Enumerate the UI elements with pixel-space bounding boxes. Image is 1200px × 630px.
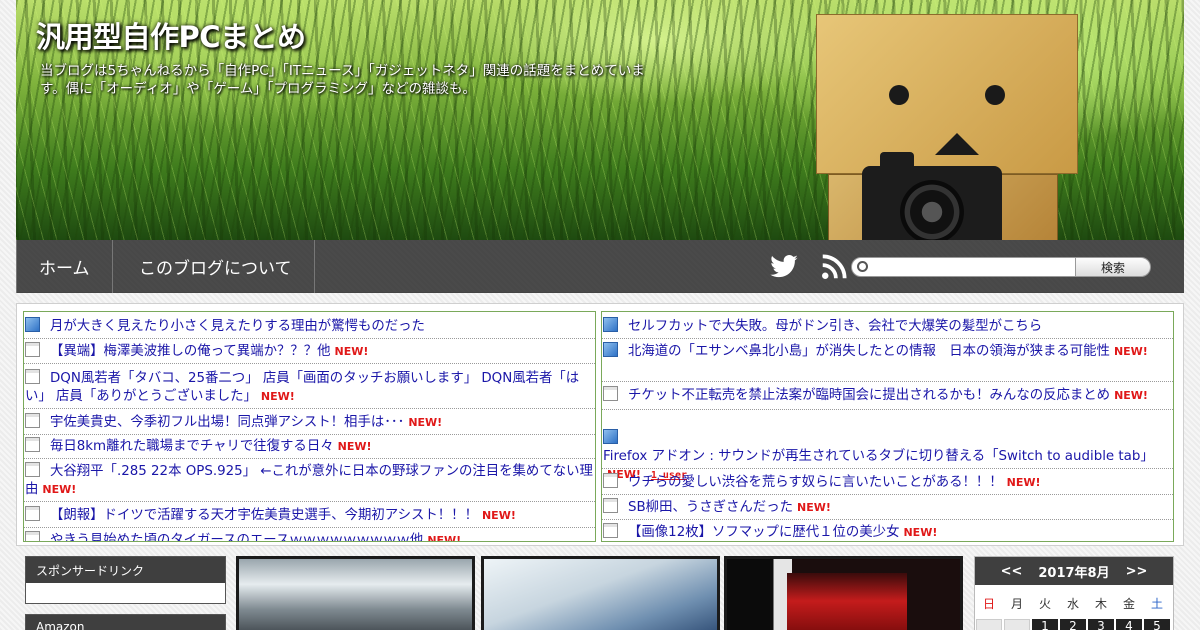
weekday-label: 土 [1150, 597, 1163, 611]
weekday-label: 水 [1066, 597, 1079, 611]
feed-icon [603, 342, 618, 357]
document-icon [25, 342, 40, 357]
feed-icon [603, 429, 618, 444]
danbo-mouth [935, 133, 979, 155]
document-icon [25, 413, 40, 428]
weekday-label: 月 [1010, 597, 1023, 611]
calendar-day[interactable]: 1 [1032, 619, 1058, 630]
list-item[interactable]: 北海道の「エサンベ鼻北小島」が消失したとの情報 日本の領海が狭まる可能性 NEW! [602, 342, 1173, 382]
list-item[interactable]: ウチらの愛しい渋谷を荒らす奴らに言いたいことがある！！！ NEW! [602, 473, 1173, 495]
rss-icon[interactable] [817, 252, 851, 282]
list-item[interactable]: Firefox アドオン : サウンドが再生されているタブに切り替える「Swit… [602, 429, 1173, 481]
calendar-next-button[interactable]: >> [1126, 564, 1148, 579]
calendar-widget: << 2017年8月 >> 日 月 火 水 木 金 土 1 2 3 4 5 [974, 556, 1174, 630]
list-item[interactable]: やきう見始めた頃のタイガースのエースｗｗｗｗｗｗｗｗｗ他 NEW! [24, 531, 595, 541]
search-icon [857, 261, 868, 272]
pc-red-lighting [787, 573, 907, 630]
weekday-label: 火 [1038, 597, 1051, 611]
amazon-box: Amazon [25, 614, 226, 630]
list-item[interactable]: 【画像12枚】ソフマップに歴代１位の美少女 NEW! [602, 523, 1173, 541]
antenna-list-right: セルフカットで大失敗。母がドン引き、会社で大爆笑の髪型がこちら 北海道の「エサン… [601, 311, 1174, 542]
thumbnail-cpu-box-photo[interactable] [481, 556, 720, 630]
list-item[interactable]: DQN風若者「タバコ、25番二つ」 店員「画面のタッチお願いします」 DQN風若… [24, 369, 595, 409]
document-icon [603, 498, 618, 513]
list-item[interactable]: 毎日8km離れた職場までチャリで往復する日々 NEW! [24, 437, 595, 459]
danbo-right-eye [985, 85, 1005, 105]
calendar-day[interactable]: 4 [1116, 619, 1142, 630]
feed-icon [603, 317, 618, 332]
document-icon [25, 531, 40, 541]
antenna-list-left: 月が大きく見えたり小さく見えたりする理由が驚愕ものだった 【異端】梅澤美波推しの… [23, 311, 596, 542]
list-item[interactable]: セルフカットで大失敗。母がドン引き、会社で大爆笑の髪型がこちら [602, 317, 1173, 339]
list-item[interactable]: 【朗報】ドイツで活躍する天才宇佐美貴史選手、今期初アシスト！！！ NEW! [24, 506, 595, 528]
sponsor-heading: スポンサードリンク [26, 557, 225, 583]
antenna-panel: 月が大きく見えたり小さく見えたりする理由が驚愕ものだった 【異端】梅澤美波推しの… [16, 303, 1184, 546]
document-icon [25, 506, 40, 521]
thumbnail-train-photo[interactable] [236, 556, 475, 630]
site-title[interactable]: 汎用型自作PCまとめ [36, 14, 306, 56]
thumbnail-pc-case-photo[interactable] [724, 556, 963, 630]
list-item[interactable]: 【異端】梅澤美波推しの俺って異端か？？？他 NEW! [24, 342, 595, 364]
danbo-figure-image [816, 14, 1078, 240]
weekday-label: 日 [982, 597, 995, 611]
calendar-weekdays: 日 月 火 水 木 金 土 [975, 595, 1173, 612]
list-item[interactable]: 大谷翔平「.285 22本 OPS.925」 ←これが意外に日本の野球ファンの注… [24, 462, 595, 502]
list-item[interactable]: チケット不正転売を禁止法案が臨時国会に提出されるかも！みんなの反応まとめ NEW! [602, 386, 1173, 410]
nav-about[interactable]: このブログについて [117, 240, 315, 293]
header-banner: 汎用型自作PCまとめ 当ブログは5ちゃんねるから「自作PC」「ITニュース」「ガ… [16, 0, 1184, 240]
danbo-left-eye [889, 85, 909, 105]
camera-icon [862, 152, 1002, 240]
amazon-heading: Amazon [26, 615, 225, 630]
list-item[interactable]: 月が大きく見えたり小さく見えたりする理由が驚愕ものだった [24, 317, 595, 339]
nav-home[interactable]: ホーム [16, 240, 113, 293]
search-button[interactable]: 検索 [1075, 257, 1151, 277]
weekday-label: 木 [1094, 597, 1107, 611]
search-form: 検索 [851, 257, 1151, 278]
calendar-week-row: 1 2 3 4 5 [975, 619, 1173, 630]
search-input[interactable] [851, 257, 1077, 277]
document-icon [603, 523, 618, 538]
weekday-label: 金 [1122, 597, 1135, 611]
feed-icon [25, 317, 40, 332]
camera-lens [900, 180, 964, 240]
calendar-prev-button[interactable]: << [1001, 564, 1023, 579]
document-icon [603, 473, 618, 488]
calendar-day[interactable]: 3 [1088, 619, 1114, 630]
calendar-empty-cell [1004, 619, 1030, 630]
calendar-header: << 2017年8月 >> [975, 557, 1173, 585]
twitter-icon[interactable] [767, 252, 801, 282]
list-item[interactable]: 宇佐美貴史、今季初フル出場！同点弾アシスト！相手は･･･ NEW! [24, 413, 595, 435]
sponsor-box: スポンサードリンク [25, 556, 226, 604]
danbo-head [816, 14, 1078, 174]
calendar-month-label: 2017年8月 [1038, 565, 1110, 581]
calendar-day[interactable]: 2 [1060, 619, 1086, 630]
list-item[interactable]: SB柳田、うさぎさんだった NEW! [602, 498, 1173, 520]
document-icon [25, 369, 40, 384]
document-icon [25, 462, 40, 477]
site-description: 当ブログは5ちゃんねるから「自作PC」「ITニュース」「ガジェットネタ」関連の話… [40, 63, 645, 97]
calendar-day[interactable]: 5 [1144, 619, 1170, 630]
document-icon [603, 386, 618, 401]
document-icon [25, 437, 40, 452]
calendar-empty-cell [976, 619, 1002, 630]
